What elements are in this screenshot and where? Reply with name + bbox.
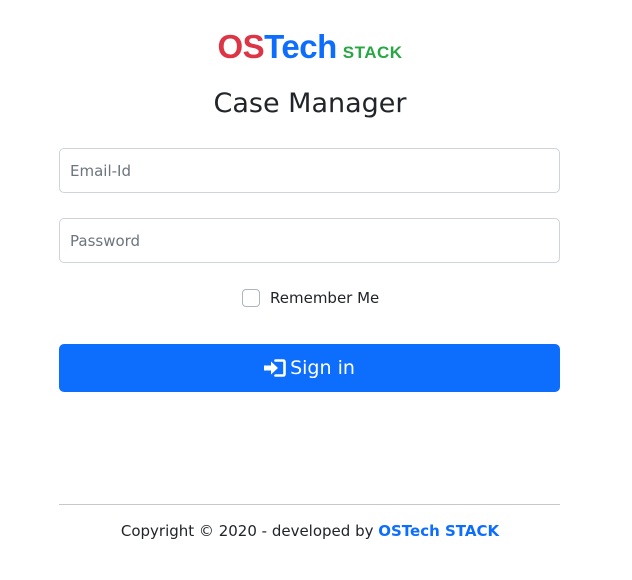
footer-divider	[59, 504, 560, 505]
footer-link[interactable]: OSTech STACK	[378, 522, 499, 540]
logo: OSTech STACK	[0, 28, 620, 66]
remember-me[interactable]: Remember Me	[242, 289, 379, 307]
footer: Copyright © 2020 - developed by OSTech S…	[0, 522, 620, 540]
login-page: OSTech STACK Case Manager Remember Me Sig…	[0, 0, 632, 580]
logo-os-text: OS	[217, 28, 265, 65]
email-field[interactable]	[59, 148, 560, 193]
logo-tech-text: Tech	[264, 28, 337, 65]
sign-in-icon	[264, 359, 286, 377]
copyright-text: Copyright © 2020 - developed by	[120, 522, 379, 540]
remember-me-label: Remember Me	[270, 289, 380, 307]
logo-stack-text: STACK	[342, 43, 403, 62]
sign-in-label: Sign in	[290, 357, 355, 379]
sign-in-button[interactable]: Sign in	[59, 344, 560, 392]
password-field[interactable]	[59, 218, 560, 263]
remember-me-checkbox[interactable]	[242, 289, 260, 307]
page-title: Case Manager	[213, 88, 407, 119]
